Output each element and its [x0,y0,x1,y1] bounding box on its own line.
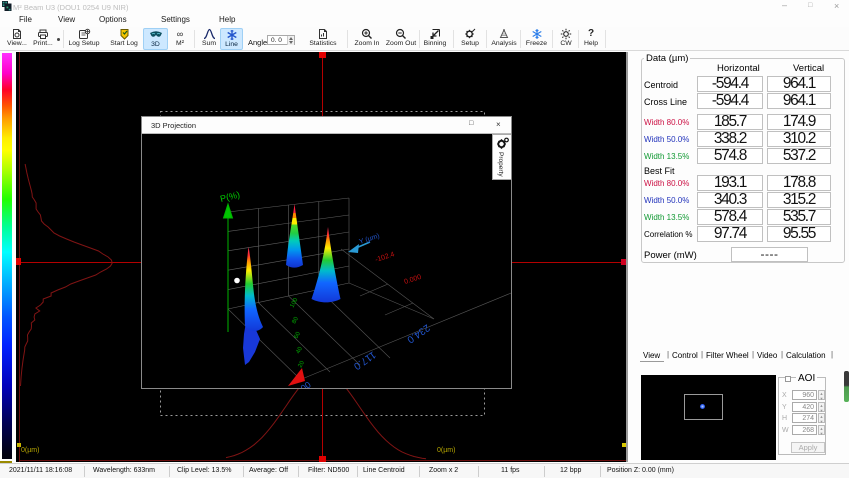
svg-text:P(%): P(%) [219,189,241,204]
svg-text:40: 40 [295,346,304,355]
svg-text:0.000: 0.000 [403,274,422,286]
svg-text:0(µm): 0(µm) [437,447,455,454]
svg-text:Y (µm): Y (µm) [358,233,380,246]
svg-text:117.0: 117.0 [351,349,378,372]
svg-text:60: 60 [293,331,302,340]
svg-text:234.0: 234.0 [404,322,431,346]
svg-text:0(µm): 0(µm) [21,447,39,454]
svg-text:80: 80 [291,316,300,325]
svg-text:-102.4: -102.4 [374,251,395,264]
svg-text:20: 20 [297,360,306,369]
